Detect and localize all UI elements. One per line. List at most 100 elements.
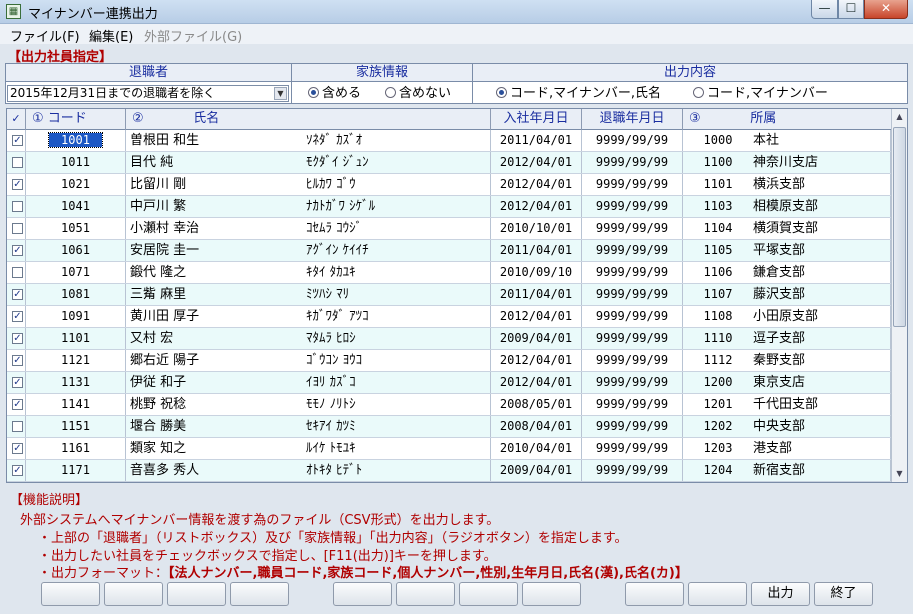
cell-join-box[interactable]: 2012/04/01	[491, 174, 582, 195]
cell-code-box[interactable]: 1011	[26, 152, 126, 173]
table-row[interactable]: ✓ 1161 類家 知之 ﾙｲｹ ﾄﾓﾕｷ 2010/04/01 9999/99/99 12…	[7, 438, 891, 460]
table-row[interactable]: ✓ 1121 郷右近 陽子 ｺﾞｳｺﾝ ﾖｳｺ 2012/04/01 9999/99/99…	[7, 350, 891, 372]
maximize-button[interactable]: ☐	[838, 0, 864, 19]
cell-kana-box[interactable]: ﾏﾀﾑﾗ ﾋﾛｼ	[306, 328, 491, 349]
cell-dept-box[interactable]: 秦野支部	[753, 350, 891, 371]
cell-kana-box[interactable]: ｾｷｱｲ ｶﾂﾐ	[306, 416, 491, 437]
row-checkbox-cell[interactable]: ✓	[7, 240, 26, 261]
cell-retire-box[interactable]: 9999/99/99	[582, 262, 683, 283]
cell-dept-box[interactable]: 本社	[753, 130, 891, 151]
cell-retire-box[interactable]: 9999/99/99	[582, 438, 683, 459]
cell-dept-box[interactable]: 横浜支部	[753, 174, 891, 195]
cell-kana-box[interactable]: ｵﾄｷﾀ ﾋﾃﾞﾄ	[306, 460, 491, 481]
table-row[interactable]: ✓ 1001 曽根田 和生 ｿﾈﾀﾞ ｶｽﾞｵ 2011/04/01 9999/99/99…	[7, 130, 891, 152]
cell-retire-box[interactable]: 9999/99/99	[582, 394, 683, 415]
cell-dept-box[interactable]: 千代田支部	[753, 394, 891, 415]
row-checkbox-cell[interactable]: ✓	[7, 438, 26, 459]
cell-kana-box[interactable]: ｺｾﾑﾗ ｺｳｼﾞ	[306, 218, 491, 239]
cell-join-box[interactable]: 2008/05/01	[491, 394, 582, 415]
cell-dept-box[interactable]: 横須賀支部	[753, 218, 891, 239]
checkbox-checked-icon[interactable]: ✓	[12, 443, 23, 454]
cell-name-box[interactable]: 中戸川 繁	[126, 196, 306, 217]
cell-retire-box[interactable]: 9999/99/99	[582, 328, 683, 349]
cell-code-box[interactable]: 1151	[26, 416, 126, 437]
cell-name-box[interactable]: 黄川田 厚子	[126, 306, 306, 327]
cell-dcode-box[interactable]: 1106	[683, 262, 753, 283]
cell-code-box[interactable]: 1041	[26, 196, 126, 217]
cell-name-box[interactable]: 曽根田 和生	[126, 130, 306, 151]
cell-join-box[interactable]: 2012/04/01	[491, 306, 582, 327]
row-checkbox-cell[interactable]: ✓	[7, 372, 26, 393]
table-row[interactable]: ✓ 1091 黄川田 厚子 ｷｶﾞﾜﾀﾞ ｱﾂｺ 2012/04/01 9999/99/9…	[7, 306, 891, 328]
close-button[interactable]: ✕	[864, 0, 908, 19]
cell-dept-box[interactable]: 藤沢支部	[753, 284, 891, 305]
cell-retire-box[interactable]: 9999/99/99	[582, 416, 683, 437]
cell-name-box[interactable]: 音喜多 秀人	[126, 460, 306, 481]
cell-retire-box[interactable]: 9999/99/99	[582, 372, 683, 393]
cell-dcode-box[interactable]: 1101	[683, 174, 753, 195]
checkbox-checked-icon[interactable]: ✓	[12, 179, 23, 190]
cell-name-box[interactable]: 小瀬村 幸治	[126, 218, 306, 239]
scrollbar-thumb[interactable]	[893, 127, 906, 327]
cell-dcode-box[interactable]: 1104	[683, 218, 753, 239]
row-checkbox-cell[interactable]: ✓	[7, 130, 26, 151]
cell-dcode-box[interactable]: 1108	[683, 306, 753, 327]
cell-code-box[interactable]: 1071	[26, 262, 126, 283]
cell-retire-box[interactable]: 9999/99/99	[582, 284, 683, 305]
check-column-header[interactable]: ✓	[7, 109, 26, 130]
row-checkbox-cell[interactable]: ✓	[7, 350, 26, 371]
cell-dept-box[interactable]: 新宿支部	[753, 460, 891, 481]
function-key-f11[interactable]: 出力	[751, 582, 810, 606]
row-checkbox-cell[interactable]	[7, 262, 26, 283]
table-row[interactable]: 1151 堰合 勝美 ｾｷｱｲ ｶﾂﾐ 2008/04/01 9999/99/99 120…	[7, 416, 891, 438]
cell-dept-box[interactable]: 逗子支部	[753, 328, 891, 349]
checkbox-unchecked-icon[interactable]	[12, 201, 23, 212]
cell-dept-box[interactable]: 東京支店	[753, 372, 891, 393]
cell-code-box[interactable]: 1161	[26, 438, 126, 459]
table-row[interactable]: 1071 鍛代 隆之 ｷﾀｲ ﾀｶﾕｷ 2010/09/10 9999/99/99 110…	[7, 262, 891, 284]
cell-name-box[interactable]: 安居院 圭一	[126, 240, 306, 261]
cell-dcode-box[interactable]: 1103	[683, 196, 753, 217]
cell-dcode-box[interactable]: 1202	[683, 416, 753, 437]
cell-retire-box[interactable]: 9999/99/99	[582, 174, 683, 195]
table-row[interactable]: 1041 中戸川 繁 ﾅｶﾄｶﾞﾜ ｼｹﾞﾙ 2012/04/01 9999/99/99…	[7, 196, 891, 218]
cell-retire-box[interactable]: 9999/99/99	[582, 240, 683, 261]
cell-dept-box[interactable]: 相模原支部	[753, 196, 891, 217]
function-key-f4[interactable]	[230, 582, 289, 606]
family-exclude-radio[interactable]: 含めない	[385, 86, 451, 101]
table-row[interactable]: ✓ 1081 三觜 麻里 ﾐﾂﾊｼ ﾏﾘ 2011/04/01 9999/99/99 110…	[7, 284, 891, 306]
function-key-f9[interactable]	[625, 582, 684, 606]
cell-dept-box[interactable]: 中央支部	[753, 416, 891, 437]
join-date-column-header[interactable]: 入社年月日	[491, 109, 582, 130]
cell-join-box[interactable]: 2012/04/01	[491, 152, 582, 173]
cell-dcode-box[interactable]: 1110	[683, 328, 753, 349]
table-row[interactable]: 1011 目代 純 ﾓｸﾀﾞｲ ｼﾞｭﾝ 2012/04/01 9999/99/99 11…	[7, 152, 891, 174]
table-row[interactable]: ✓ 1021 比留川 剛 ﾋﾙｶﾜ ｺﾞｳ 2012/04/01 9999/99/99 11…	[7, 174, 891, 196]
row-checkbox-cell[interactable]	[7, 196, 26, 217]
cell-kana-box[interactable]: ｷﾀｲ ﾀｶﾕｷ	[306, 262, 491, 283]
cell-code-box[interactable]: 1121	[26, 350, 126, 371]
cell-code-box[interactable]: 1091	[26, 306, 126, 327]
function-key-f1[interactable]	[41, 582, 100, 606]
cell-join-box[interactable]: 2012/04/01	[491, 196, 582, 217]
grid-scrollbar[interactable]: ▲ ▼	[891, 109, 907, 482]
cell-kana-box[interactable]: ｷｶﾞﾜﾀﾞ ｱﾂｺ	[306, 306, 491, 327]
cell-dcode-box[interactable]: 1112	[683, 350, 753, 371]
function-key-f10[interactable]	[688, 582, 747, 606]
cell-dcode-box[interactable]: 1100	[683, 152, 753, 173]
menu-edit[interactable]: 編集(E)	[89, 26, 133, 45]
cell-name-box[interactable]: 又村 宏	[126, 328, 306, 349]
cell-name-box[interactable]: 伊従 和子	[126, 372, 306, 393]
checkbox-checked-icon[interactable]: ✓	[12, 311, 23, 322]
checkbox-checked-icon[interactable]: ✓	[12, 465, 23, 476]
cell-code-box[interactable]: 1101	[26, 328, 126, 349]
checkbox-checked-icon[interactable]: ✓	[12, 289, 23, 300]
function-key-f2[interactable]	[104, 582, 163, 606]
cell-dept-box[interactable]: 小田原支部	[753, 306, 891, 327]
cell-name-box[interactable]: 桃野 祝稔	[126, 394, 306, 415]
cell-kana-box[interactable]: ﾓﾓﾉ ﾉﾘﾄｼ	[306, 394, 491, 415]
row-checkbox-cell[interactable]	[7, 416, 26, 437]
cell-join-box[interactable]: 2011/04/01	[491, 240, 582, 261]
retire-date-column-header[interactable]: 退職年月日	[582, 109, 683, 130]
function-key-f12[interactable]: 終了	[814, 582, 873, 606]
